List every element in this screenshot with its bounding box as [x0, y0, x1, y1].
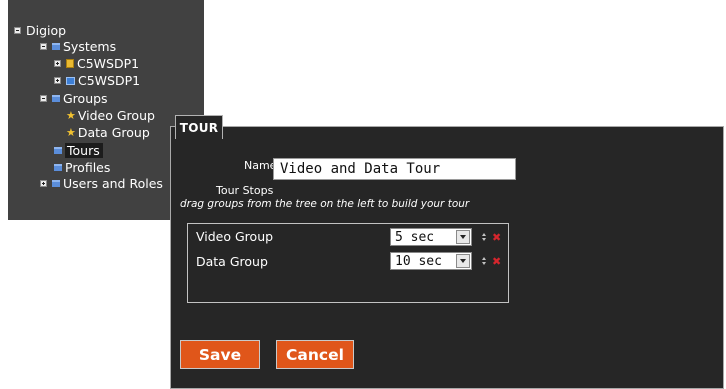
tree-node-systems[interactable]: Systems	[40, 38, 116, 55]
folder-icon	[52, 43, 60, 50]
tree-node-label: Data Group	[77, 125, 150, 140]
folder-icon	[52, 180, 60, 187]
cancel-button[interactable]: Cancel	[276, 340, 354, 369]
collapse-icon[interactable]	[40, 43, 47, 50]
remove-icon[interactable]: ✖	[492, 232, 501, 243]
expand-icon[interactable]	[54, 60, 61, 67]
tree-node-label: C5WSDP1	[77, 56, 140, 71]
tree-node-digiop[interactable]: Digiop	[14, 22, 66, 39]
tree-node-label: Tours	[65, 143, 103, 158]
tree-node-groups[interactable]: Groups	[40, 90, 108, 107]
system-icon	[66, 59, 74, 68]
tour-stop-name: Data Group	[196, 254, 268, 269]
tour-stops-label: Tour Stops	[216, 184, 274, 197]
collapse-icon[interactable]	[14, 27, 21, 34]
remove-icon[interactable]: ✖	[492, 256, 501, 267]
folder-icon	[54, 164, 62, 171]
tree-node-label: Users and Roles	[63, 176, 163, 191]
save-button[interactable]: Save	[180, 340, 260, 369]
stop-duration-select[interactable]: 5 sec	[390, 228, 472, 246]
dropdown-arrow-icon[interactable]	[456, 230, 470, 244]
star-icon: ★	[66, 109, 76, 122]
dropdown-arrow-icon[interactable]	[456, 254, 470, 268]
name-label: Name	[244, 159, 277, 172]
tree-node-system-2[interactable]: C5WSDP1	[54, 72, 140, 89]
tour-name-input[interactable]	[273, 158, 516, 180]
collapse-icon[interactable]	[40, 95, 47, 102]
tree-node-label: Groups	[63, 91, 108, 106]
expand-icon[interactable]	[40, 180, 47, 187]
tour-stop-name: Video Group	[196, 229, 274, 244]
stop-duration-select[interactable]: 10 sec	[390, 252, 472, 270]
sort-handle-icon[interactable]	[480, 233, 487, 241]
folder-icon	[54, 147, 62, 154]
tree-node-users-roles[interactable]: Users and Roles	[40, 175, 163, 192]
dialog-title-tab: TOUR	[175, 115, 223, 139]
tree-node-system-1[interactable]: C5WSDP1	[54, 55, 139, 72]
tree-node-video-group[interactable]: ★ Video Group	[66, 107, 155, 124]
tree-node-data-group[interactable]: ★ Data Group	[66, 124, 150, 141]
folder-icon	[52, 95, 60, 102]
stop-duration-value: 10 sec	[395, 253, 442, 269]
tree-node-label: Digiop	[26, 23, 67, 38]
stop-duration-value: 5 sec	[395, 229, 435, 245]
tree-node-label: Profiles	[65, 160, 111, 175]
tree-node-label: Systems	[63, 39, 117, 54]
tree-node-tours[interactable]: Tours	[54, 142, 103, 159]
tree-node-label: C5WSDP1	[78, 73, 141, 88]
expand-icon[interactable]	[54, 77, 61, 84]
tour-stops-hint: drag groups from the tree on the left to…	[180, 198, 470, 210]
sort-handle-icon[interactable]	[480, 257, 487, 265]
star-icon: ★	[66, 126, 76, 139]
tree-node-label: Video Group	[77, 108, 155, 123]
tree-node-profiles[interactable]: Profiles	[54, 159, 110, 176]
system-icon	[66, 76, 75, 85]
